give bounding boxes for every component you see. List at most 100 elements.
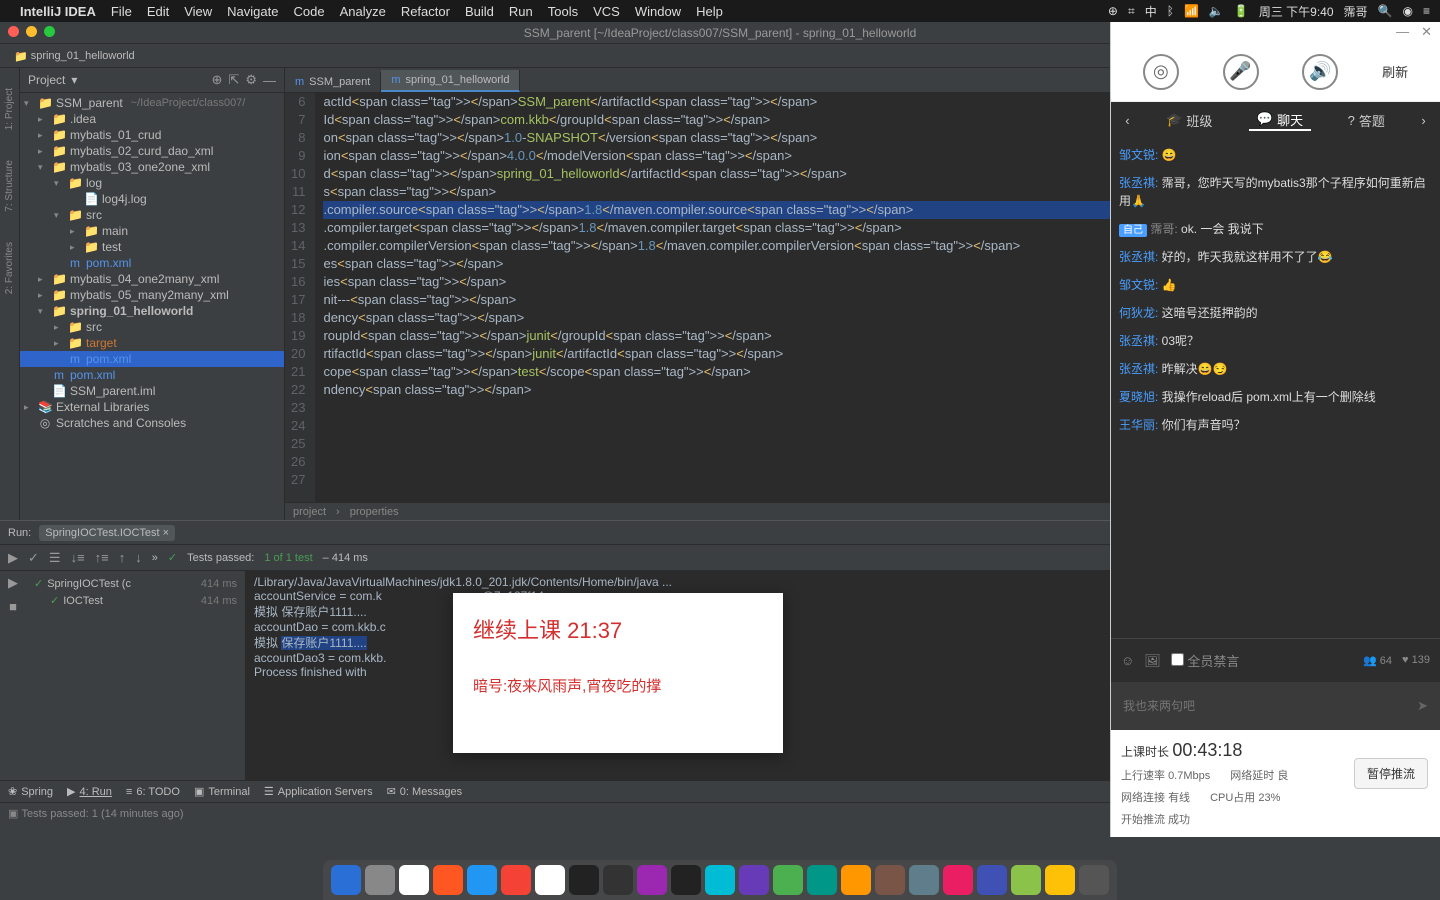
menu-run[interactable]: Run bbox=[509, 4, 533, 19]
chevron-left-icon[interactable]: ‹ bbox=[1125, 113, 1129, 128]
messages-tool[interactable]: ✉ 0: Messages bbox=[387, 785, 463, 798]
tree-item[interactable]: ▸📁mybatis_02_curd_dao_xml bbox=[20, 143, 284, 159]
minimize-icon[interactable]: — bbox=[1396, 24, 1409, 40]
dock-app-icon[interactable] bbox=[433, 865, 463, 895]
refresh-button[interactable]: 刷新 bbox=[1382, 62, 1408, 81]
menu-window[interactable]: Window bbox=[635, 4, 681, 19]
collapse-all-icon[interactable]: ⇱ bbox=[228, 72, 239, 88]
editor-tab[interactable]: mSSM_parent bbox=[285, 72, 381, 92]
tab-class[interactable]: 🎓 班级 bbox=[1158, 111, 1220, 130]
rerun-button[interactable]: ▶ bbox=[8, 550, 18, 566]
breadcrumb-item[interactable]: 📁 spring_01_helloworld bbox=[8, 48, 141, 65]
chat-messages[interactable]: 邹文锐: 😄张丞祺: 霈哥，您昨天写的mybatis3那个子程序如何重新启用🙏自… bbox=[1111, 138, 1440, 638]
tab-quiz[interactable]: ? 答题 bbox=[1340, 111, 1393, 130]
tree-item[interactable]: ▾📁spring_01_helloworld bbox=[20, 303, 284, 319]
menu-code[interactable]: Code bbox=[293, 4, 324, 19]
rerun-icon[interactable]: ▶ bbox=[8, 575, 18, 591]
battery-icon[interactable]: 🔋 bbox=[1234, 4, 1249, 18]
menu-navigate[interactable]: Navigate bbox=[227, 4, 278, 19]
send-icon[interactable]: ➤ bbox=[1417, 698, 1428, 714]
menu-edit[interactable]: Edit bbox=[147, 4, 169, 19]
tree-item[interactable]: ▸📁target bbox=[20, 335, 284, 351]
settings-icon[interactable]: ⚙ bbox=[245, 72, 257, 88]
tree-item[interactable]: mpom.xml bbox=[20, 255, 284, 271]
dock-app-icon[interactable] bbox=[807, 865, 837, 895]
dock-app-icon[interactable] bbox=[501, 865, 531, 895]
tree-item[interactable]: ▾📁src bbox=[20, 207, 284, 223]
crumb[interactable]: properties bbox=[350, 506, 399, 518]
stop-icon[interactable]: ■ bbox=[9, 599, 17, 614]
pause-stream-button[interactable]: 暂停推流 bbox=[1354, 758, 1428, 789]
ime-icon[interactable]: 中 bbox=[1145, 3, 1157, 20]
tree-item[interactable]: ▸📁main bbox=[20, 223, 284, 239]
dock-app-icon[interactable] bbox=[671, 865, 701, 895]
status-icon[interactable]: ▣ bbox=[8, 807, 18, 820]
tree-item[interactable]: mpom.xml bbox=[20, 367, 284, 383]
image-icon[interactable]: 🖼 bbox=[1144, 653, 1161, 669]
structure-tool[interactable]: 7: Structure bbox=[4, 160, 15, 212]
dock-app-icon[interactable] bbox=[603, 865, 633, 895]
dock-app-icon[interactable] bbox=[705, 865, 735, 895]
macos-dock[interactable] bbox=[323, 860, 1117, 900]
prev-button[interactable]: ↑ bbox=[119, 550, 126, 565]
dock-app-icon[interactable] bbox=[467, 865, 497, 895]
intellij-icon[interactable] bbox=[637, 865, 667, 895]
clock[interactable]: 周三 下午9:40 bbox=[1259, 3, 1334, 20]
scroll-from-source-icon[interactable]: ⊕ bbox=[212, 72, 223, 88]
menu-help[interactable]: Help bbox=[696, 4, 723, 19]
tree-item[interactable]: ▾📁mybatis_03_one2one_xml bbox=[20, 159, 284, 175]
mic-icon[interactable]: 🎤 bbox=[1223, 54, 1259, 90]
terminal-tool[interactable]: ▣ Terminal bbox=[194, 785, 250, 798]
volume-icon[interactable]: 🔈 bbox=[1209, 4, 1224, 18]
sort-button[interactable]: ☰ bbox=[49, 550, 61, 566]
run-tool[interactable]: ▶ 4: Run bbox=[67, 785, 112, 798]
chevron-right-icon[interactable]: › bbox=[1421, 113, 1425, 128]
status-icon[interactable]: ⊕ bbox=[1108, 4, 1118, 18]
close-window-icon[interactable] bbox=[8, 26, 19, 37]
test-tree-item[interactable]: ✓SpringIOCTest (c414 ms bbox=[30, 575, 241, 592]
todo-tool[interactable]: ≡ 6: TODO bbox=[126, 786, 180, 798]
test-tree-item[interactable]: ✓IOCTest414 ms bbox=[30, 592, 241, 609]
tree-item[interactable]: ▸📁.idea bbox=[20, 111, 284, 127]
tree-item[interactable]: 📄log4j.log bbox=[20, 191, 284, 207]
editor-tab[interactable]: mspring_01_helloworld bbox=[381, 70, 520, 92]
siri-icon[interactable]: ◉ bbox=[1403, 4, 1413, 18]
terminal-icon[interactable] bbox=[569, 865, 599, 895]
dock-app-icon[interactable] bbox=[399, 865, 429, 895]
expand-button[interactable]: ↓≡ bbox=[71, 550, 85, 565]
next-button[interactable]: ↓ bbox=[135, 550, 142, 565]
menu-view[interactable]: View bbox=[184, 4, 212, 19]
project-tool[interactable]: 1: Project bbox=[4, 88, 15, 130]
minimize-window-icon[interactable] bbox=[26, 26, 37, 37]
chrome-icon[interactable] bbox=[535, 865, 565, 895]
dock-app-icon[interactable] bbox=[875, 865, 905, 895]
menu-tools[interactable]: Tools bbox=[548, 4, 578, 19]
dock-app-icon[interactable] bbox=[909, 865, 939, 895]
menu-file[interactable]: File bbox=[111, 4, 132, 19]
tree-item[interactable]: ▸📁mybatis_04_one2many_xml bbox=[20, 271, 284, 287]
tree-item[interactable]: ▸📚External Libraries bbox=[20, 399, 284, 415]
finder-icon[interactable] bbox=[331, 865, 361, 895]
tree-item[interactable]: 📄SSM_parent.iml bbox=[20, 383, 284, 399]
tree-item[interactable]: ▸📁mybatis_05_many2many_xml bbox=[20, 287, 284, 303]
dock-app-icon[interactable] bbox=[773, 865, 803, 895]
hide-icon[interactable]: — bbox=[263, 73, 276, 88]
tree-item[interactable]: ▸📁test bbox=[20, 239, 284, 255]
project-view-label[interactable]: Project bbox=[28, 73, 65, 87]
dock-app-icon[interactable] bbox=[365, 865, 395, 895]
project-tree[interactable]: ▾📁SSM_parent~/IdeaProject/class007/▸📁.id… bbox=[20, 93, 284, 520]
bluetooth-icon[interactable]: ᛒ bbox=[1167, 4, 1174, 18]
run-tab[interactable]: SpringIOCTest.IOCTest × bbox=[39, 525, 175, 541]
dock-app-icon[interactable] bbox=[1045, 865, 1075, 895]
tab-chat[interactable]: 💬 聊天 bbox=[1249, 110, 1311, 131]
menu-refactor[interactable]: Refactor bbox=[401, 4, 450, 19]
dock-app-icon[interactable] bbox=[841, 865, 871, 895]
traffic-lights[interactable] bbox=[8, 26, 55, 37]
chat-input[interactable]: ➤ bbox=[1111, 682, 1440, 730]
menu-build[interactable]: Build bbox=[465, 4, 494, 19]
tree-item[interactable]: ▾📁log bbox=[20, 175, 284, 191]
dock-app-icon[interactable] bbox=[739, 865, 769, 895]
favorites-tool[interactable]: 2: Favorites bbox=[4, 242, 15, 294]
mute-all-checkbox[interactable]: 全员禁言 bbox=[1171, 651, 1240, 670]
menu-icon[interactable]: ≡ bbox=[1423, 4, 1430, 18]
